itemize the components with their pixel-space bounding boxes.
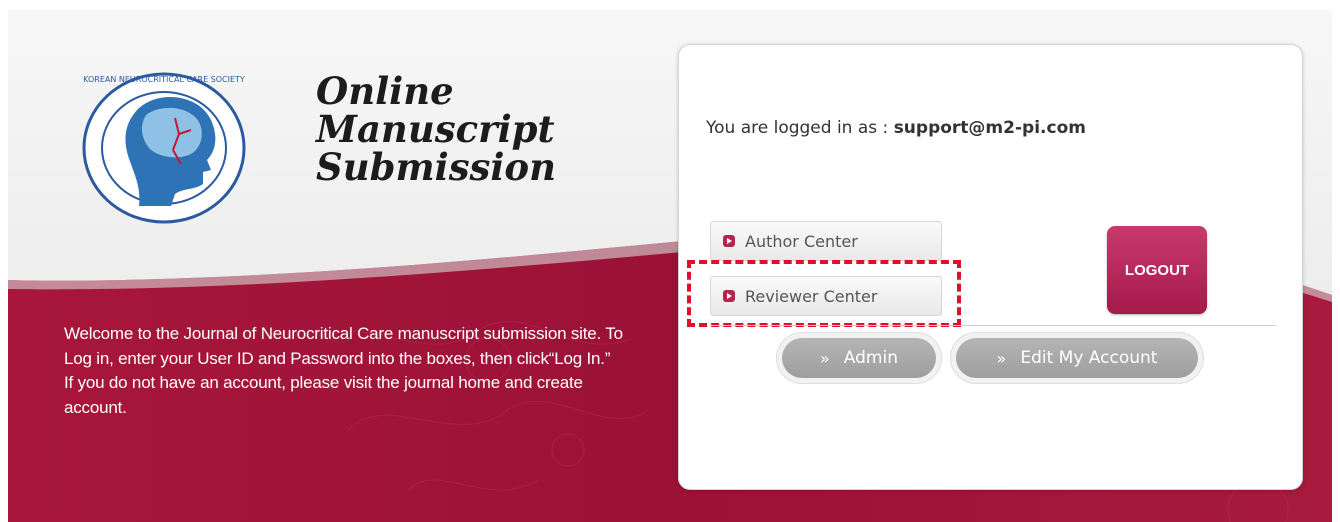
- author-center-button[interactable]: Author Center: [710, 221, 942, 261]
- author-center-label: Author Center: [745, 231, 858, 251]
- double-chevron-icon: »: [996, 348, 1007, 368]
- logged-in-status: You are logged in as : support@m2-pi.com: [706, 118, 1086, 138]
- society-logo: KOREAN NEUROCRITICAL CARE SOCIETY: [82, 72, 246, 224]
- reviewer-center-highlight: [687, 260, 961, 327]
- page-title: Online Manuscript Submission: [316, 72, 556, 186]
- admin-button[interactable]: » Admin: [782, 338, 936, 378]
- logout-button[interactable]: LOGOUT: [1107, 226, 1207, 314]
- logged-in-user: support@m2-pi.com: [893, 118, 1086, 138]
- logo-ring-text: KOREAN NEUROCRITICAL CARE SOCIETY: [83, 75, 245, 84]
- edit-my-account-button[interactable]: » Edit My Account: [956, 338, 1198, 378]
- welcome-paragraph-2: If you do not have an account, please vi…: [64, 373, 583, 417]
- logged-in-prefix: You are logged in as :: [706, 118, 894, 138]
- edit-my-account-label: Edit My Account: [1020, 348, 1158, 368]
- panel-divider: [710, 325, 1276, 326]
- play-bullet-icon: [723, 235, 735, 247]
- title-line-3: Submission: [316, 145, 556, 189]
- admin-label: Admin: [843, 348, 898, 368]
- double-chevron-icon: »: [820, 348, 830, 368]
- title-line-2: Manuscript: [316, 107, 555, 151]
- welcome-text: Welcome to the Journal of Neurocritical …: [64, 322, 644, 420]
- title-line-1: Online: [316, 69, 454, 113]
- welcome-paragraph-1: Welcome to the Journal of Neurocritical …: [64, 324, 623, 368]
